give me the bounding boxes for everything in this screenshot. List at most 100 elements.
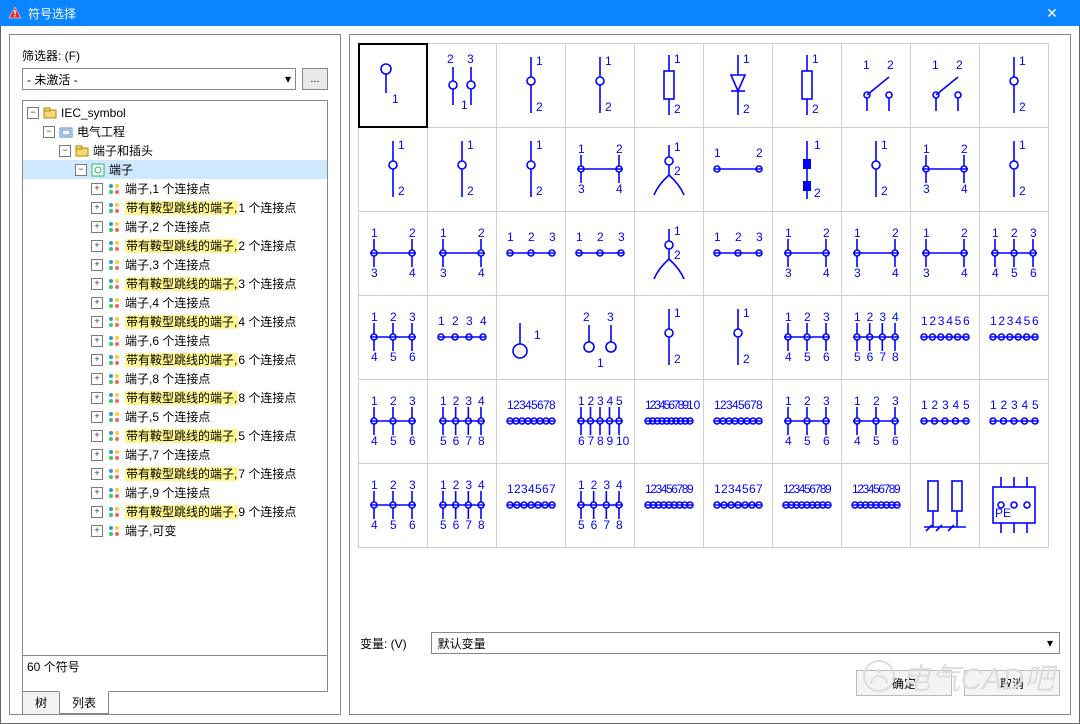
expand-icon[interactable]: +: [91, 335, 103, 347]
symbol-cell[interactable]: 12345: [979, 379, 1049, 464]
symbol-cell[interactable]: 16273849510: [565, 379, 635, 464]
symbol-cell[interactable]: 12345678910: [634, 379, 704, 464]
tree-row[interactable]: −端子和插头: [23, 141, 327, 160]
symbol-cell[interactable]: 12: [634, 127, 704, 212]
filter-ext-button[interactable]: ...: [302, 68, 328, 90]
symbol-cell[interactable]: 12: [634, 211, 704, 296]
expand-icon[interactable]: −: [27, 107, 39, 119]
symbol-cell[interactable]: 231: [427, 43, 497, 128]
expand-icon[interactable]: −: [59, 145, 71, 157]
symbol-cell[interactable]: 231: [565, 295, 635, 380]
symbol-cell[interactable]: 1324: [358, 211, 428, 296]
expand-icon[interactable]: +: [91, 259, 103, 271]
tree-row[interactable]: +带有鞍型跳线的端子,1 个连接点: [23, 198, 327, 217]
symbol-cell[interactable]: 12345678: [703, 379, 773, 464]
tree-row[interactable]: +带有鞍型跳线的端子,6 个连接点: [23, 350, 327, 369]
symbol-grid-wrap[interactable]: 1231121212121212121212121213241212121213…: [358, 43, 1062, 622]
tree-row[interactable]: +带有鞍型跳线的端子,9 个连接点: [23, 502, 327, 521]
tree-row[interactable]: −IEC_symbol: [23, 103, 327, 122]
close-button[interactable]: ✕: [1032, 5, 1072, 22]
expand-icon[interactable]: +: [91, 297, 103, 309]
symbol-cell[interactable]: 123: [703, 211, 773, 296]
symbol-cell[interactable]: 12: [703, 295, 773, 380]
expand-icon[interactable]: +: [91, 316, 103, 328]
variant-select[interactable]: 默认变量 ▾: [431, 632, 1060, 654]
symbol-cell[interactable]: 123456789: [772, 463, 842, 548]
symbol-cell[interactable]: 1324: [910, 127, 980, 212]
symbol-cell[interactable]: 123456: [979, 295, 1049, 380]
tree-row[interactable]: +端子,4 个连接点: [23, 293, 327, 312]
expand-icon[interactable]: +: [91, 449, 103, 461]
symbol-cell[interactable]: 1324: [565, 127, 635, 212]
symbol-cell[interactable]: 12: [841, 43, 911, 128]
symbol-cell[interactable]: 123: [496, 211, 566, 296]
tree-row[interactable]: +端子,8 个连接点: [23, 369, 327, 388]
tree-row[interactable]: −端子: [23, 160, 327, 179]
tree-row[interactable]: +带有鞍型跳线的端子,5 个连接点: [23, 426, 327, 445]
symbol-cell[interactable]: 12: [634, 295, 704, 380]
expand-icon[interactable]: −: [43, 126, 55, 138]
symbol-cell[interactable]: PE: [979, 463, 1049, 548]
symbol-cell[interactable]: 12: [772, 127, 842, 212]
symbol-cell[interactable]: 1: [496, 295, 566, 380]
symbol-cell[interactable]: 12: [427, 127, 497, 212]
symbol-cell[interactable]: 15263748: [565, 463, 635, 548]
expand-icon[interactable]: +: [91, 506, 103, 518]
symbol-cell[interactable]: 1: [358, 43, 428, 128]
symbol-cell[interactable]: 12345678: [496, 379, 566, 464]
tree-row[interactable]: +带有鞍型跳线的端子,8 个连接点: [23, 388, 327, 407]
expand-icon[interactable]: +: [91, 411, 103, 423]
tab-list[interactable]: 列表: [59, 691, 109, 714]
symbol-cell[interactable]: 15263748: [427, 379, 497, 464]
symbol-cell[interactable]: 12: [979, 127, 1049, 212]
symbol-cell[interactable]: 123456: [910, 295, 980, 380]
filter-select[interactable]: - 未激活 - ▾: [22, 68, 296, 90]
tree-row[interactable]: +端子,9 个连接点: [23, 483, 327, 502]
tree-row[interactable]: +端子,7 个连接点: [23, 445, 327, 464]
expand-icon[interactable]: +: [91, 354, 103, 366]
symbol-cell[interactable]: 12: [703, 127, 773, 212]
expand-icon[interactable]: +: [91, 202, 103, 214]
tree-row[interactable]: +端子,5 个连接点: [23, 407, 327, 426]
tree-row[interactable]: +端子,6 个连接点: [23, 331, 327, 350]
symbol-cell[interactable]: 1324: [427, 211, 497, 296]
symbol-cell[interactable]: 12: [772, 43, 842, 128]
tree-row[interactable]: +带有鞍型跳线的端子,2 个连接点: [23, 236, 327, 255]
cancel-button[interactable]: 取消: [964, 670, 1060, 696]
symbol-cell[interactable]: 1234567: [496, 463, 566, 548]
symbol-cell[interactable]: 123456789: [841, 463, 911, 548]
expand-icon[interactable]: +: [91, 373, 103, 385]
symbol-cell[interactable]: 12: [496, 43, 566, 128]
tree-row[interactable]: +带有鞍型跳线的端子,4 个连接点: [23, 312, 327, 331]
expand-icon[interactable]: +: [91, 468, 103, 480]
tree-row[interactable]: +端子,2 个连接点: [23, 217, 327, 236]
symbol-cell[interactable]: 123456789: [634, 463, 704, 548]
symbol-cell[interactable]: 15263748: [427, 463, 497, 548]
symbol-cell[interactable]: 1324: [841, 211, 911, 296]
symbol-cell[interactable]: 1234567: [703, 463, 773, 548]
symbol-cell[interactable]: 142536: [979, 211, 1049, 296]
expand-icon[interactable]: +: [91, 240, 103, 252]
symbol-cell[interactable]: 123: [565, 211, 635, 296]
tree-row[interactable]: +端子,3 个连接点: [23, 255, 327, 274]
expand-icon[interactable]: +: [91, 487, 103, 499]
tree-row[interactable]: +端子,1 个连接点: [23, 179, 327, 198]
symbol-cell[interactable]: 142536: [358, 463, 428, 548]
expand-icon[interactable]: +: [91, 221, 103, 233]
ok-button[interactable]: 确定: [856, 670, 952, 696]
symbol-cell[interactable]: 1324: [772, 211, 842, 296]
tree-row[interactable]: +带有鞍型跳线的端子,3 个连接点: [23, 274, 327, 293]
expand-icon[interactable]: +: [91, 430, 103, 442]
symbol-cell[interactable]: 12: [634, 43, 704, 128]
expand-icon[interactable]: +: [91, 392, 103, 404]
symbol-cell[interactable]: 12: [910, 43, 980, 128]
symbol-cell[interactable]: 142536: [358, 379, 428, 464]
expand-icon[interactable]: +: [91, 183, 103, 195]
symbol-cell[interactable]: 12: [703, 43, 773, 128]
symbol-cell[interactable]: 12: [565, 43, 635, 128]
symbol-cell[interactable]: 12: [979, 43, 1049, 128]
symbol-cell[interactable]: 142536: [772, 295, 842, 380]
tab-tree[interactable]: 树: [22, 692, 60, 715]
symbol-cell[interactable]: 142536: [772, 379, 842, 464]
symbol-cell[interactable]: 12345: [910, 379, 980, 464]
